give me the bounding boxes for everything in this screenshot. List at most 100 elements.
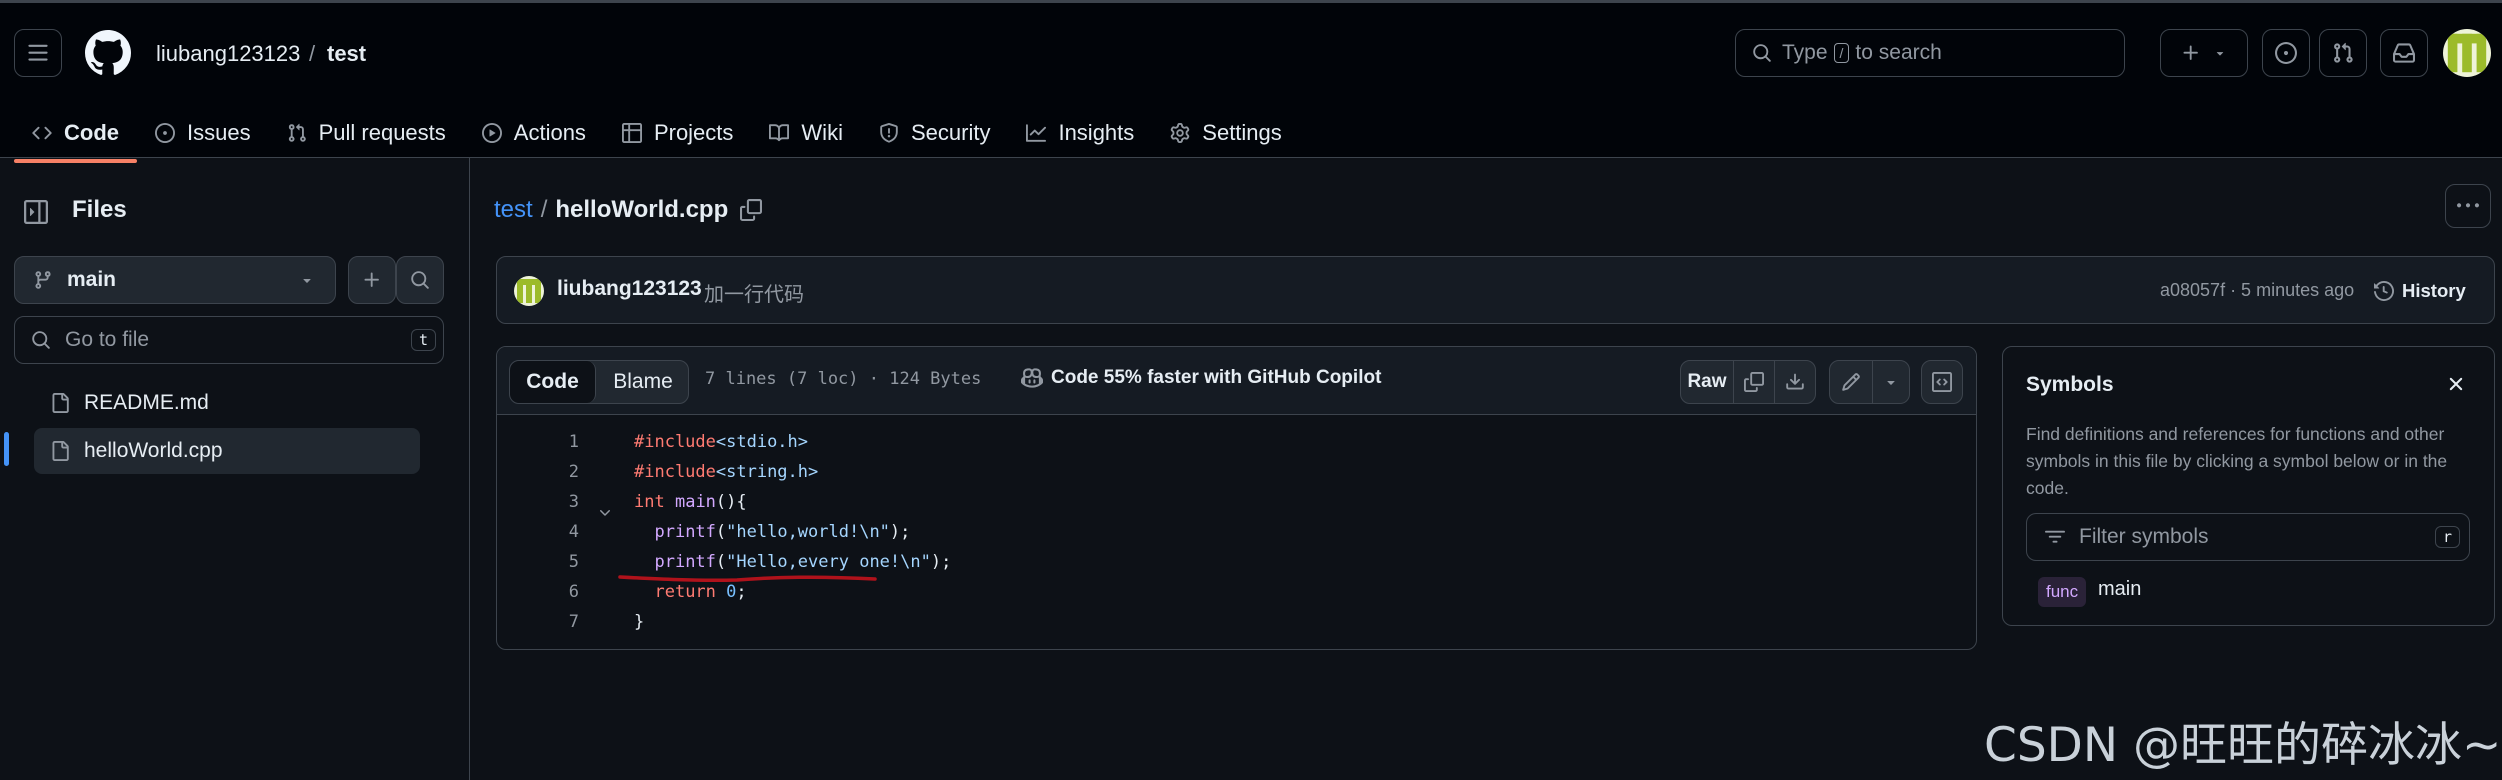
go-to-file-placeholder: Go to file	[65, 328, 150, 351]
search-suffix: to search	[1855, 41, 1942, 64]
tab-security[interactable]: Security	[861, 105, 1008, 161]
line-number[interactable]: 3	[497, 487, 579, 517]
code-text: int main(){	[634, 487, 747, 517]
search-files-button[interactable]	[396, 256, 444, 304]
code-token: "hello,world!\n"	[726, 522, 890, 542]
copy-path-icon[interactable]	[740, 199, 763, 221]
tab-label: Security	[910, 120, 991, 145]
code-square-icon	[1932, 372, 1952, 392]
tab-issues[interactable]: Issues	[137, 105, 269, 161]
raw-label: Raw	[1687, 371, 1727, 392]
commit-message[interactable]: 加一行代码	[704, 278, 804, 307]
file-path-breadcrumb: test / helloWorld.cpp	[494, 195, 763, 225]
code-line: 7}	[497, 607, 1976, 637]
copilot-promo-text: Code 55% faster with GitHub Copilot	[1051, 367, 1382, 388]
line-number[interactable]: 6	[497, 577, 579, 607]
code-token: <stdio.h>	[715, 432, 809, 452]
tab-label: Projects	[653, 120, 734, 145]
file-item-helloworld[interactable]: helloWorld.cpp	[34, 428, 420, 474]
symbol-item-main[interactable]: main	[2098, 578, 2141, 601]
issues-button[interactable]	[2262, 29, 2310, 77]
search-input[interactable]: Type / to search	[1735, 29, 2125, 77]
code-text: #include<string.h>	[634, 457, 818, 487]
code-view-tab[interactable]: Code	[510, 361, 596, 403]
fold-chevron-icon[interactable]	[597, 505, 613, 521]
inbox-button[interactable]	[2380, 29, 2428, 77]
search-shortcut: /	[1833, 43, 1850, 63]
tab-settings[interactable]: Settings	[1152, 105, 1300, 161]
line-number[interactable]: 4	[497, 517, 579, 547]
code-text: printf("hello,world!\n");	[634, 517, 910, 547]
symbols-description: Find definitions and references for func…	[2026, 424, 2448, 498]
tab-label: Actions	[513, 120, 586, 145]
filter-symbols-input[interactable]: Filter symbols r	[2026, 513, 2470, 561]
tab-label: Code	[64, 120, 119, 145]
copy-raw-button[interactable]	[1733, 360, 1775, 404]
user-avatar[interactable]	[2443, 29, 2491, 77]
watermark-text: CSDN @旺旺的碎冰冰~	[1984, 718, 2502, 773]
filter-symbols-placeholder: Filter symbols	[2079, 525, 2209, 548]
line-number[interactable]: 5	[497, 547, 579, 577]
branch-selector[interactable]: main	[14, 256, 336, 304]
tab-pull-requests[interactable]: Pull requests	[269, 105, 464, 161]
symbols-panel-button[interactable]	[1921, 360, 1963, 404]
code-token: #include	[634, 462, 716, 482]
add-file-button[interactable]	[348, 256, 396, 304]
file-meta: 7 lines (7 loc) · 124 Bytes	[705, 369, 982, 389]
sidebar-collapse-icon	[24, 200, 48, 224]
commit-author[interactable]: liubang123123	[557, 277, 702, 301]
table-icon	[621, 123, 642, 143]
caret-down-icon	[1887, 381, 1895, 385]
code-token: int	[634, 492, 665, 512]
file-name: README.md	[84, 391, 209, 414]
blame-view-tab[interactable]: Blame	[596, 361, 688, 403]
caret-down-icon	[303, 279, 311, 283]
tab-label: Wiki	[801, 120, 843, 145]
create-new-button[interactable]	[2160, 29, 2248, 77]
line-number[interactable]: 7	[497, 607, 579, 637]
plus-icon	[364, 272, 379, 287]
search-icon	[411, 271, 429, 289]
global-header: liubang123123 / test Type / to search Co…	[0, 0, 2502, 163]
line-number[interactable]: 2	[497, 457, 579, 487]
tab-wiki[interactable]: Wiki	[751, 105, 861, 161]
tab-insights[interactable]: Insights	[1008, 105, 1152, 161]
hamburger-icon	[28, 44, 48, 61]
tab-label: Pull requests	[318, 120, 446, 145]
collapse-sidebar-button[interactable]	[14, 190, 58, 234]
close-icon[interactable]	[2445, 373, 2467, 395]
tab-label: Settings	[1202, 120, 1282, 145]
edit-options-button[interactable]	[1872, 360, 1910, 404]
history-label: History	[2402, 280, 2466, 301]
github-logo-icon[interactable]	[85, 30, 131, 76]
pull-request-icon	[288, 123, 306, 142]
issue-icon	[155, 123, 175, 143]
pull-requests-button[interactable]	[2319, 29, 2367, 77]
tab-code[interactable]: Code	[14, 105, 137, 163]
download-raw-button[interactable]	[1774, 360, 1816, 404]
code-token: );	[889, 522, 911, 542]
code-token: }	[634, 612, 645, 632]
code-panel: Code Blame 7 lines (7 loc) · 124 Bytes C…	[496, 346, 1977, 650]
filter-icon	[2045, 530, 2065, 543]
commit-hash-time[interactable]: a08057f · 5 minutes ago	[2160, 280, 2354, 301]
copilot-promo-link[interactable]: Code 55% faster with GitHub Copilot	[1021, 367, 1381, 389]
file-item-readme[interactable]: README.md	[34, 380, 420, 426]
author-avatar[interactable]	[514, 276, 544, 306]
history-button[interactable]: History	[2374, 271, 2466, 311]
tab-projects[interactable]: Projects	[604, 105, 751, 161]
tab-actions[interactable]: Actions	[464, 105, 604, 161]
line-number[interactable]: 1	[497, 427, 579, 457]
edit-file-button[interactable]	[1829, 360, 1873, 404]
menu-button[interactable]	[14, 29, 62, 77]
more-options-button[interactable]	[2445, 184, 2491, 228]
repo-link[interactable]: test	[327, 39, 366, 69]
go-to-file-input[interactable]: Go to file t	[14, 316, 444, 364]
path-repo-link[interactable]: test	[494, 195, 533, 225]
owner-link[interactable]: liubang123123	[156, 39, 300, 69]
copilot-icon	[1021, 368, 1043, 388]
raw-button[interactable]: Raw	[1680, 360, 1734, 404]
git-pull-request-icon	[2334, 42, 2353, 63]
kebab-horizontal-icon	[2457, 203, 2479, 208]
